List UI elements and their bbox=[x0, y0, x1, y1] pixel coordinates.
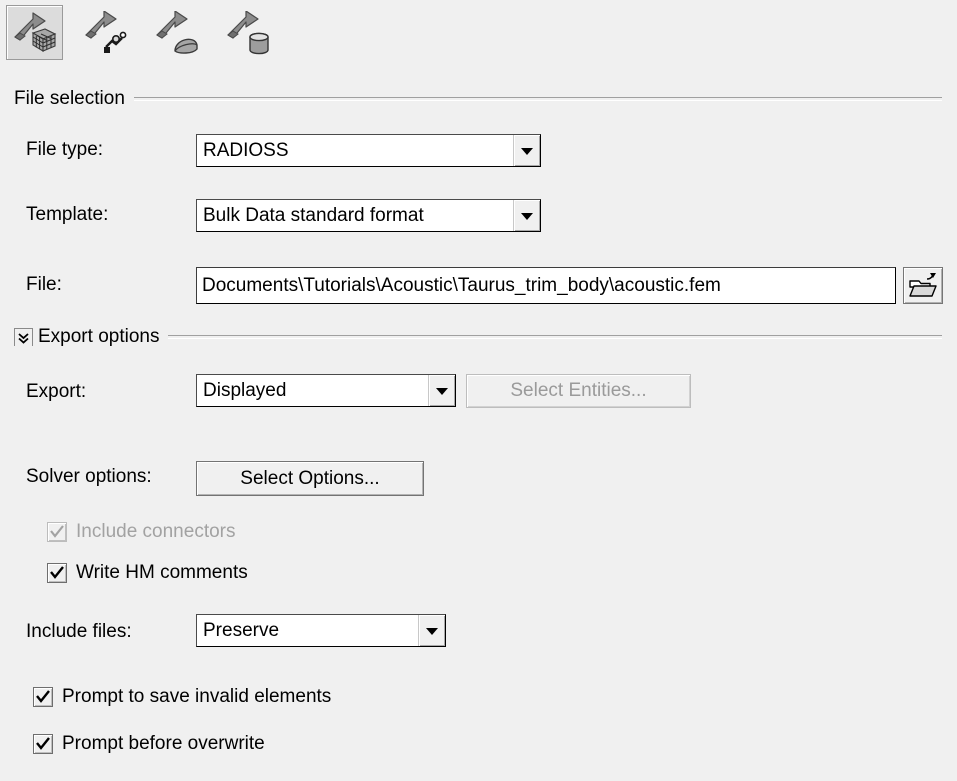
file-type-value: RADIOSS bbox=[197, 135, 513, 166]
collapse-toggle[interactable] bbox=[14, 328, 33, 346]
toolbar-button-export-geometry[interactable] bbox=[77, 5, 134, 60]
select-entities-label: Select Entities... bbox=[510, 380, 646, 402]
template-value: Bulk Data standard format bbox=[197, 200, 513, 231]
include-files-combobox[interactable]: Preserve bbox=[196, 614, 446, 647]
toolbar-button-export-solver-deck[interactable] bbox=[6, 5, 63, 60]
export-value: Displayed bbox=[197, 375, 428, 406]
file-selection-group-label: File selection bbox=[14, 88, 134, 110]
chevron-down-icon[interactable] bbox=[418, 615, 445, 646]
export-options-group-header[interactable]: Export options bbox=[14, 326, 942, 348]
chevron-down-icon[interactable] bbox=[513, 135, 540, 166]
select-options-label: Select Options... bbox=[240, 468, 379, 490]
chevron-down-icon[interactable] bbox=[428, 375, 455, 406]
select-options-button[interactable]: Select Options... bbox=[196, 461, 424, 496]
select-entities-button[interactable]: Select Entities... bbox=[466, 374, 691, 408]
include-connectors-label: Include connectors bbox=[76, 521, 236, 543]
group-separator-line bbox=[134, 97, 942, 101]
include-files-label: Include files: bbox=[26, 621, 132, 643]
export-combobox[interactable]: Displayed bbox=[196, 374, 456, 407]
file-type-label: File type: bbox=[26, 139, 103, 161]
file-path-input[interactable]: Documents\Tutorials\Acoustic\Taurus_trim… bbox=[196, 267, 896, 304]
group-separator-line bbox=[168, 335, 942, 339]
file-label: File: bbox=[26, 274, 62, 296]
file-type-combobox[interactable]: RADIOSS bbox=[196, 134, 541, 167]
toolbar-button-export-solver-shell[interactable] bbox=[148, 5, 205, 60]
include-files-value: Preserve bbox=[197, 615, 418, 646]
prompt-before-overwrite-label: Prompt before overwrite bbox=[62, 733, 265, 755]
prompt-before-overwrite-checkbox[interactable] bbox=[33, 734, 53, 754]
file-selection-group-header: File selection bbox=[14, 88, 942, 110]
file-path-value: Documents\Tutorials\Acoustic\Taurus_trim… bbox=[197, 275, 721, 297]
write-hm-comments-label: Write HM comments bbox=[76, 562, 248, 584]
toolbar-button-export-database[interactable] bbox=[219, 5, 276, 60]
file-browse-button[interactable] bbox=[903, 267, 943, 304]
checkbox-row-prompt-save-invalid-elements[interactable]: Prompt to save invalid elements bbox=[33, 686, 331, 708]
include-connectors-checkbox[interactable] bbox=[47, 522, 67, 542]
prompt-save-invalid-elements-label: Prompt to save invalid elements bbox=[62, 686, 331, 708]
export-label: Export: bbox=[26, 381, 86, 403]
checkbox-row-include-connectors[interactable]: Include connectors bbox=[47, 521, 236, 543]
write-hm-comments-checkbox[interactable] bbox=[47, 563, 67, 583]
checkbox-row-prompt-before-overwrite[interactable]: Prompt before overwrite bbox=[33, 733, 265, 755]
export-options-group-label: Export options bbox=[38, 326, 168, 348]
solver-options-label: Solver options: bbox=[26, 466, 152, 488]
prompt-save-invalid-elements-checkbox[interactable] bbox=[33, 687, 53, 707]
chevron-down-icon[interactable] bbox=[513, 200, 540, 231]
template-combobox[interactable]: Bulk Data standard format bbox=[196, 199, 541, 232]
export-toolbar bbox=[0, 0, 957, 70]
template-label: Template: bbox=[26, 204, 108, 226]
checkbox-row-write-hm-comments[interactable]: Write HM comments bbox=[47, 562, 248, 584]
